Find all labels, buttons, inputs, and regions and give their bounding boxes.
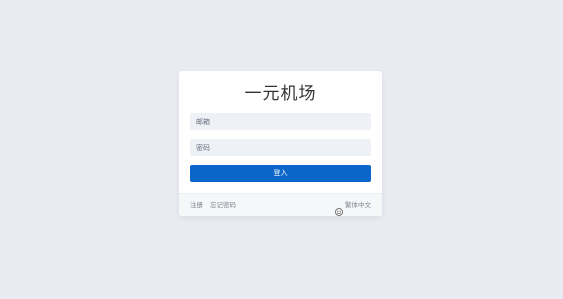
register-link[interactable]: 注册 [190, 200, 203, 210]
forgot-password-link[interactable]: 忘记密码 [210, 200, 236, 210]
page-title: 一元机场 [244, 84, 317, 104]
globe-smile-icon [335, 201, 343, 216]
card-footer: 注册 忘记密码 繁体中文 [179, 193, 382, 216]
page-background: 一元机场 登入 注册 忘记密码 繁体中文 [0, 0, 563, 299]
language-switcher[interactable]: 繁体中文 [335, 200, 371, 216]
login-card: 一元机场 登入 注册 忘记密码 繁体中文 [179, 71, 382, 216]
login-button[interactable]: 登入 [190, 165, 371, 182]
language-label: 繁体中文 [345, 201, 371, 209]
password-input[interactable] [190, 139, 371, 156]
email-input[interactable] [190, 113, 371, 130]
